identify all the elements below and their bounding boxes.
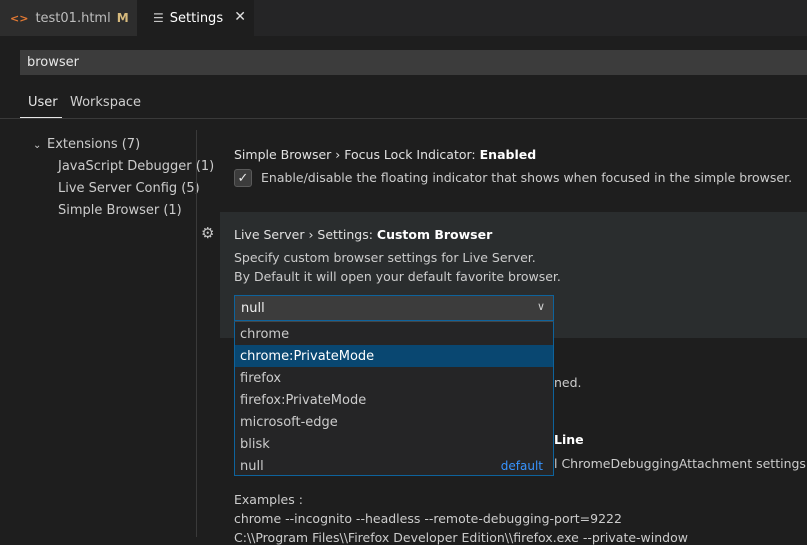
tab-workspace[interactable]: Workspace <box>70 95 141 110</box>
tab-user[interactable]: User <box>28 95 58 110</box>
option-null[interactable]: null default <box>235 455 553 477</box>
example-line-1: chrome --incognito --headless --remote-d… <box>234 511 622 526</box>
setting-description-partial-2: l ChromeDebuggingAttachment settings. <box>554 456 807 471</box>
setting-category: Live Server › Settings: <box>234 227 373 242</box>
toc-item-simple-browser[interactable]: Simple Browser (1) <box>58 203 182 218</box>
toc-item-live-server-config[interactable]: Live Server Config (5) <box>58 181 200 196</box>
tab-test01-html[interactable]: <> test01.html M <box>0 0 137 36</box>
setting-name-partial: Line <box>554 432 584 447</box>
option-label: null <box>240 458 264 474</box>
chevron-down-icon: ∨ <box>536 300 545 313</box>
toc-item-label: Extensions (7) <box>47 137 141 152</box>
focus-lock-checkbox[interactable]: ✓ <box>234 169 252 187</box>
gear-icon[interactable]: ⚙ <box>201 224 214 242</box>
option-firefox-private[interactable]: firefox:PrivateMode <box>235 389 553 411</box>
modified-badge: M <box>116 11 129 25</box>
settings-search-input[interactable]: browser <box>20 50 807 75</box>
example-line-2: C:\\Program Files\\Firefox Developer Edi… <box>234 530 688 545</box>
option-microsoft-edge[interactable]: microsoft-edge <box>235 411 553 433</box>
setting-title-custom-browser: Live Server › Settings: Custom Browser <box>234 227 492 242</box>
setting-category: Simple Browser › Focus Lock Indicator: <box>234 147 476 162</box>
browser-options-dropdown: chrome chrome:PrivateMode firefox firefo… <box>234 321 554 476</box>
examples-label: Examples : <box>234 492 303 507</box>
toc-splitter[interactable] <box>196 130 197 537</box>
setting-description-line-1: Specify custom browser settings for Live… <box>234 250 536 265</box>
setting-name: Custom Browser <box>376 227 493 242</box>
option-chrome-private[interactable]: chrome:PrivateMode <box>235 345 553 367</box>
close-icon[interactable]: ✕ <box>234 9 246 25</box>
tab-label: test01.html <box>35 10 111 26</box>
chevron-down-icon: ⌄ <box>33 140 42 151</box>
divider <box>0 118 807 119</box>
html-icon: <> <box>10 11 29 25</box>
tab-settings[interactable]: ☰ Settings ✕ <box>137 0 254 36</box>
selected-value: null <box>241 300 265 316</box>
default-badge: default <box>500 459 543 473</box>
setting-description-partial: ned. <box>554 375 582 390</box>
setting-title-partial: Line <box>554 432 584 447</box>
settings-lines-icon: ☰ <box>153 11 164 25</box>
toc-item-extensions[interactable]: ⌄ Extensions (7) <box>33 137 140 152</box>
option-firefox[interactable]: firefox <box>235 367 553 389</box>
setting-title-focus-lock: Simple Browser › Focus Lock Indicator: E… <box>234 147 536 162</box>
custom-browser-select[interactable]: null ∨ <box>234 295 554 321</box>
option-chrome[interactable]: chrome <box>235 323 553 345</box>
toc-item-javascript-debugger[interactable]: JavaScript Debugger (1) <box>58 159 214 174</box>
search-value: browser <box>27 55 80 70</box>
setting-description-line-2: By Default it will open your default fav… <box>234 269 561 284</box>
check-icon: ✓ <box>237 170 249 186</box>
editor-tab-bar: <> test01.html M ☰ Settings ✕ <box>0 0 807 36</box>
tab-label: Settings <box>169 10 224 26</box>
setting-name: Enabled <box>479 147 537 162</box>
setting-description: Enable/disable the floating indicator th… <box>261 170 793 185</box>
option-blisk[interactable]: blisk <box>235 433 553 455</box>
